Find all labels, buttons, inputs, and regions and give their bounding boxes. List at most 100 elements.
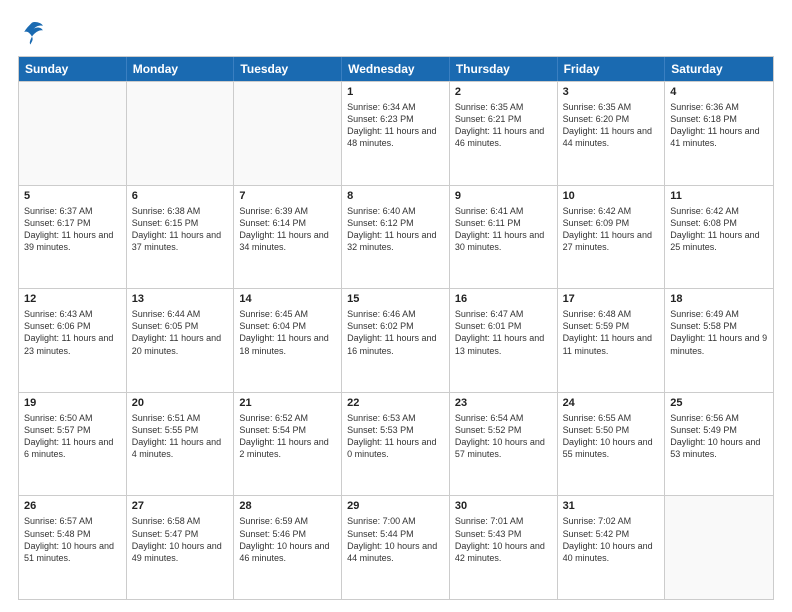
cal-cell-day-21: 21Sunrise: 6:52 AM Sunset: 5:54 PM Dayli… (234, 393, 342, 496)
cal-cell-day-23: 23Sunrise: 6:54 AM Sunset: 5:52 PM Dayli… (450, 393, 558, 496)
day-number: 16 (455, 293, 552, 305)
cal-cell-day-13: 13 Sunrise: 6:44 AM Sunset: 6:05 PM Dayli… (127, 289, 235, 392)
day-number: 4 (670, 86, 768, 98)
cal-cell-day-25: 25 Sunrise: 6:56 AM Sunset: 5:49 PM Dayli… (665, 393, 773, 496)
day-info: Sunrise: 6:39 AM Sunset: 6:14 PM Dayligh… (239, 205, 336, 254)
calendar: SundayMondayTuesdayWednesdayThursdayFrid… (18, 56, 774, 600)
day-number: 1 (347, 86, 444, 98)
day-info: Sunrise: 6:35 AM Sunset: 6:21 PM Dayligh… (455, 101, 552, 150)
day-number: 22 (347, 397, 444, 409)
day-number: 12 (24, 293, 121, 305)
day-info: Sunrise: 6:46 AM Sunset: 6:02 PM Dayligh… (347, 308, 444, 357)
day-number: 26 (24, 500, 121, 512)
cal-cell-day-15: 15 Sunrise: 6:46 AM Sunset: 6:02 PM Dayli… (342, 289, 450, 392)
day-info: Sunrise: 6:38 AM Sunset: 6:15 PM Dayligh… (132, 205, 229, 254)
header-day-friday: Friday (558, 57, 666, 81)
day-number: 15 (347, 293, 444, 305)
cal-row-3: 19 Sunrise: 6:50 AM Sunset: 5:57 PM Dayli… (19, 392, 773, 496)
cal-cell-day-6: 6 Sunrise: 6:38 AM Sunset: 6:15 PM Daylig… (127, 186, 235, 289)
day-info: Sunrise: 6:36 AM Sunset: 6:18 PM Dayligh… (670, 101, 768, 150)
day-number: 6 (132, 190, 229, 202)
day-number: 19 (24, 397, 121, 409)
day-info: Sunrise: 6:50 AM Sunset: 5:57 PM Dayligh… (24, 412, 121, 461)
header (18, 18, 774, 46)
day-info: Sunrise: 6:56 AM Sunset: 5:49 PM Dayligh… (670, 412, 768, 461)
cal-cell-day-10: 10 Sunrise: 6:42 AM Sunset: 6:09 PM Dayli… (558, 186, 666, 289)
cal-cell-day-31: 31 Sunrise: 7:02 AM Sunset: 5:42 PM Dayli… (558, 496, 666, 599)
cal-cell-day-17: 17Sunrise: 6:48 AM Sunset: 5:59 PM Dayli… (558, 289, 666, 392)
cal-row-0: 1Sunrise: 6:34 AM Sunset: 6:23 PM Daylig… (19, 81, 773, 185)
day-number: 2 (455, 86, 552, 98)
cal-cell-day-3: 3Sunrise: 6:35 AM Sunset: 6:20 PM Daylig… (558, 82, 666, 185)
day-info: Sunrise: 6:52 AM Sunset: 5:54 PM Dayligh… (239, 412, 336, 461)
day-info: Sunrise: 7:02 AM Sunset: 5:42 PM Dayligh… (563, 515, 660, 564)
day-number: 7 (239, 190, 336, 202)
day-info: Sunrise: 6:57 AM Sunset: 5:48 PM Dayligh… (24, 515, 121, 564)
cal-row-4: 26 Sunrise: 6:57 AM Sunset: 5:48 PM Dayli… (19, 495, 773, 599)
day-info: Sunrise: 6:59 AM Sunset: 5:46 PM Dayligh… (239, 515, 336, 564)
page: SundayMondayTuesdayWednesdayThursdayFrid… (0, 0, 792, 612)
cal-cell-day-28: 28Sunrise: 6:59 AM Sunset: 5:46 PM Dayli… (234, 496, 342, 599)
cal-cell-empty (19, 82, 127, 185)
cal-cell-empty (665, 496, 773, 599)
cal-cell-day-29: 29 Sunrise: 7:00 AM Sunset: 5:44 PM Dayli… (342, 496, 450, 599)
day-info: Sunrise: 6:37 AM Sunset: 6:17 PM Dayligh… (24, 205, 121, 254)
day-info: Sunrise: 6:54 AM Sunset: 5:52 PM Dayligh… (455, 412, 552, 461)
day-number: 13 (132, 293, 229, 305)
day-info: Sunrise: 7:01 AM Sunset: 5:43 PM Dayligh… (455, 515, 552, 564)
header-day-monday: Monday (127, 57, 235, 81)
day-number: 14 (239, 293, 336, 305)
cal-cell-day-22: 22 Sunrise: 6:53 AM Sunset: 5:53 PM Dayli… (342, 393, 450, 496)
cal-cell-empty (127, 82, 235, 185)
cal-cell-day-16: 16 Sunrise: 6:47 AM Sunset: 6:01 PM Dayli… (450, 289, 558, 392)
header-day-tuesday: Tuesday (234, 57, 342, 81)
day-info: Sunrise: 6:44 AM Sunset: 6:05 PM Dayligh… (132, 308, 229, 357)
day-info: Sunrise: 6:35 AM Sunset: 6:20 PM Dayligh… (563, 101, 660, 150)
day-number: 25 (670, 397, 768, 409)
day-info: Sunrise: 6:55 AM Sunset: 5:50 PM Dayligh… (563, 412, 660, 461)
day-number: 10 (563, 190, 660, 202)
day-number: 29 (347, 500, 444, 512)
day-info: Sunrise: 6:43 AM Sunset: 6:06 PM Dayligh… (24, 308, 121, 357)
cal-cell-day-26: 26 Sunrise: 6:57 AM Sunset: 5:48 PM Dayli… (19, 496, 127, 599)
day-info: Sunrise: 6:53 AM Sunset: 5:53 PM Dayligh… (347, 412, 444, 461)
cal-cell-day-18: 18 Sunrise: 6:49 AM Sunset: 5:58 PM Dayli… (665, 289, 773, 392)
day-info: Sunrise: 6:42 AM Sunset: 6:08 PM Dayligh… (670, 205, 768, 254)
cal-cell-day-4: 4 Sunrise: 6:36 AM Sunset: 6:18 PM Daylig… (665, 82, 773, 185)
day-number: 11 (670, 190, 768, 202)
cal-cell-day-1: 1Sunrise: 6:34 AM Sunset: 6:23 PM Daylig… (342, 82, 450, 185)
cal-row-2: 12 Sunrise: 6:43 AM Sunset: 6:06 PM Dayli… (19, 288, 773, 392)
calendar-header: SundayMondayTuesdayWednesdayThursdayFrid… (19, 57, 773, 81)
day-info: Sunrise: 6:42 AM Sunset: 6:09 PM Dayligh… (563, 205, 660, 254)
cal-cell-day-7: 7 Sunrise: 6:39 AM Sunset: 6:14 PM Daylig… (234, 186, 342, 289)
day-number: 24 (563, 397, 660, 409)
cal-cell-day-11: 11 Sunrise: 6:42 AM Sunset: 6:08 PM Dayli… (665, 186, 773, 289)
day-info: Sunrise: 6:49 AM Sunset: 5:58 PM Dayligh… (670, 308, 768, 357)
cal-cell-day-24: 24 Sunrise: 6:55 AM Sunset: 5:50 PM Dayli… (558, 393, 666, 496)
day-number: 5 (24, 190, 121, 202)
day-number: 18 (670, 293, 768, 305)
day-info: Sunrise: 6:41 AM Sunset: 6:11 PM Dayligh… (455, 205, 552, 254)
cal-row-1: 5 Sunrise: 6:37 AM Sunset: 6:17 PM Daylig… (19, 185, 773, 289)
calendar-body: 1Sunrise: 6:34 AM Sunset: 6:23 PM Daylig… (19, 81, 773, 599)
day-number: 30 (455, 500, 552, 512)
cal-cell-day-20: 20 Sunrise: 6:51 AM Sunset: 5:55 PM Dayli… (127, 393, 235, 496)
day-number: 27 (132, 500, 229, 512)
cal-cell-day-30: 30 Sunrise: 7:01 AM Sunset: 5:43 PM Dayli… (450, 496, 558, 599)
header-day-saturday: Saturday (665, 57, 773, 81)
cal-cell-day-12: 12 Sunrise: 6:43 AM Sunset: 6:06 PM Dayli… (19, 289, 127, 392)
logo-bird-icon (18, 18, 46, 46)
logo (18, 18, 50, 46)
header-day-thursday: Thursday (450, 57, 558, 81)
day-number: 20 (132, 397, 229, 409)
day-number: 31 (563, 500, 660, 512)
day-info: Sunrise: 6:47 AM Sunset: 6:01 PM Dayligh… (455, 308, 552, 357)
day-info: Sunrise: 6:58 AM Sunset: 5:47 PM Dayligh… (132, 515, 229, 564)
header-day-sunday: Sunday (19, 57, 127, 81)
cal-cell-day-8: 8Sunrise: 6:40 AM Sunset: 6:12 PM Daylig… (342, 186, 450, 289)
day-info: Sunrise: 6:51 AM Sunset: 5:55 PM Dayligh… (132, 412, 229, 461)
day-info: Sunrise: 7:00 AM Sunset: 5:44 PM Dayligh… (347, 515, 444, 564)
day-number: 17 (563, 293, 660, 305)
cal-cell-day-27: 27 Sunrise: 6:58 AM Sunset: 5:47 PM Dayli… (127, 496, 235, 599)
day-info: Sunrise: 6:40 AM Sunset: 6:12 PM Dayligh… (347, 205, 444, 254)
